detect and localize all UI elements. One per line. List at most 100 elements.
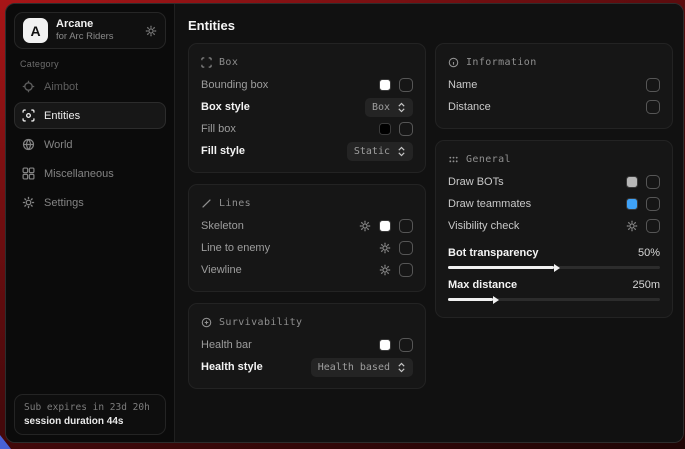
setting-row: Viewline — [201, 259, 413, 281]
sidebar-item-settings[interactable]: Settings — [14, 189, 166, 216]
chevron-up-down-icon — [397, 146, 406, 157]
checkbox[interactable] — [399, 219, 413, 233]
checkbox[interactable] — [399, 241, 413, 255]
box-style-dropdown[interactable]: Box — [365, 98, 413, 117]
sidebar: A Arcane for Arc Riders Category Aimbot — [6, 4, 175, 442]
sidebar-item-label: Entities — [44, 110, 80, 122]
setting-row: Draw BOTs — [448, 171, 660, 193]
max-distance-slider[interactable] — [448, 298, 660, 301]
app-title: Arcane — [56, 18, 137, 32]
dropdown-value: Health based — [318, 362, 390, 373]
setting-row: Visibility check — [448, 215, 660, 237]
section-title: General — [466, 154, 511, 165]
color-swatch[interactable] — [379, 123, 391, 135]
sidebar-item-label: Aimbot — [44, 81, 78, 93]
color-swatch[interactable] — [626, 198, 638, 210]
category-label: Category — [20, 59, 174, 69]
slider-fill — [448, 266, 554, 269]
setting-row: Line to enemy — [201, 237, 413, 259]
crosshair-icon — [22, 80, 35, 93]
chevron-up-down-icon — [397, 362, 406, 373]
gear-icon[interactable] — [379, 242, 391, 254]
survivability-section: Survivability Health bar Health style He… — [188, 303, 426, 389]
sidebar-item-world[interactable]: World — [14, 131, 166, 158]
setting-row: Name — [448, 74, 660, 96]
checkbox[interactable] — [646, 219, 660, 233]
health-style-dropdown[interactable]: Health based — [311, 358, 413, 377]
setting-label: Line to enemy — [201, 242, 379, 254]
sidebar-item-aimbot[interactable]: Aimbot — [14, 73, 166, 100]
setting-label: Health style — [201, 361, 311, 373]
scan-eye-icon — [22, 109, 35, 122]
checkbox[interactable] — [399, 338, 413, 352]
setting-row: Fill style Static — [201, 140, 413, 162]
gear-icon[interactable] — [626, 220, 638, 232]
setting-label: Name — [448, 79, 646, 91]
color-swatch[interactable] — [626, 176, 638, 188]
setting-row: Box style Box — [201, 96, 413, 118]
sidebar-item-miscellaneous[interactable]: Miscellaneous — [14, 160, 166, 187]
app-subtitle: for Arc Riders — [56, 31, 137, 43]
slider-thumb[interactable] — [554, 264, 560, 272]
sidebar-item-entities[interactable]: Entities — [14, 102, 166, 129]
color-swatch[interactable] — [379, 339, 391, 351]
page-title: Entities — [188, 18, 235, 33]
globe-icon — [22, 138, 35, 151]
fill-style-dropdown[interactable]: Static — [347, 142, 413, 161]
dots-grid-icon — [448, 154, 459, 165]
grid-icon — [22, 167, 35, 180]
slider-value: 50% — [638, 247, 660, 259]
checkbox[interactable] — [399, 78, 413, 92]
bot-transparency-slider[interactable] — [448, 266, 660, 269]
setting-label: Bounding box — [201, 79, 379, 91]
gear-icon[interactable] — [359, 220, 371, 232]
checkbox[interactable] — [399, 122, 413, 136]
sidebar-item-label: World — [44, 139, 73, 151]
slider-label: Max distance — [448, 279, 632, 291]
setting-label: Box style — [201, 101, 365, 113]
color-swatch[interactable] — [379, 79, 391, 91]
mouse-cursor — [0, 435, 11, 449]
setting-row: Health style Health based — [201, 356, 413, 378]
app-window: A Arcane for Arc Riders Category Aimbot — [5, 3, 684, 443]
dropdown-value: Box — [372, 102, 390, 113]
gear-icon — [22, 196, 35, 209]
section-title: Box — [219, 57, 238, 68]
section-title: Survivability — [219, 317, 302, 328]
session-duration-text: session duration 44s — [24, 416, 156, 427]
checkbox[interactable] — [646, 175, 660, 189]
setting-label: Health bar — [201, 339, 379, 351]
health-icon — [201, 317, 212, 328]
setting-label: Fill style — [201, 145, 347, 157]
setting-row: Fill box — [201, 118, 413, 140]
checkbox[interactable] — [646, 197, 660, 211]
setting-row: Draw teammates — [448, 193, 660, 215]
setting-label: Draw teammates — [448, 198, 626, 210]
diagonal-line-icon — [201, 198, 212, 209]
app-card: A Arcane for Arc Riders — [14, 12, 166, 49]
sidebar-item-label: Miscellaneous — [44, 168, 114, 180]
setting-label: Fill box — [201, 123, 379, 135]
checkbox[interactable] — [399, 263, 413, 277]
brackets-icon — [201, 57, 212, 68]
setting-label: Skeleton — [201, 220, 359, 232]
app-logo: A — [23, 18, 48, 43]
section-title: Information — [466, 57, 537, 68]
chevron-up-down-icon — [397, 102, 406, 113]
gear-icon[interactable] — [145, 25, 157, 37]
setting-label: Visibility check — [448, 220, 626, 232]
slider-thumb[interactable] — [493, 296, 499, 304]
checkbox[interactable] — [646, 100, 660, 114]
color-swatch[interactable] — [379, 220, 391, 232]
setting-row: Skeleton — [201, 215, 413, 237]
gear-icon[interactable] — [379, 264, 391, 276]
checkbox[interactable] — [646, 78, 660, 92]
subscription-info: Sub expires in 23d 20h session duration … — [14, 394, 166, 435]
general-section: General Draw BOTs Draw teammates — [435, 140, 673, 318]
setting-row: Bounding box — [201, 74, 413, 96]
setting-label: Viewline — [201, 264, 379, 276]
setting-row: Health bar — [201, 334, 413, 356]
setting-label: Draw BOTs — [448, 176, 626, 188]
slider-label: Bot transparency — [448, 247, 638, 259]
setting-label: Distance — [448, 101, 646, 113]
